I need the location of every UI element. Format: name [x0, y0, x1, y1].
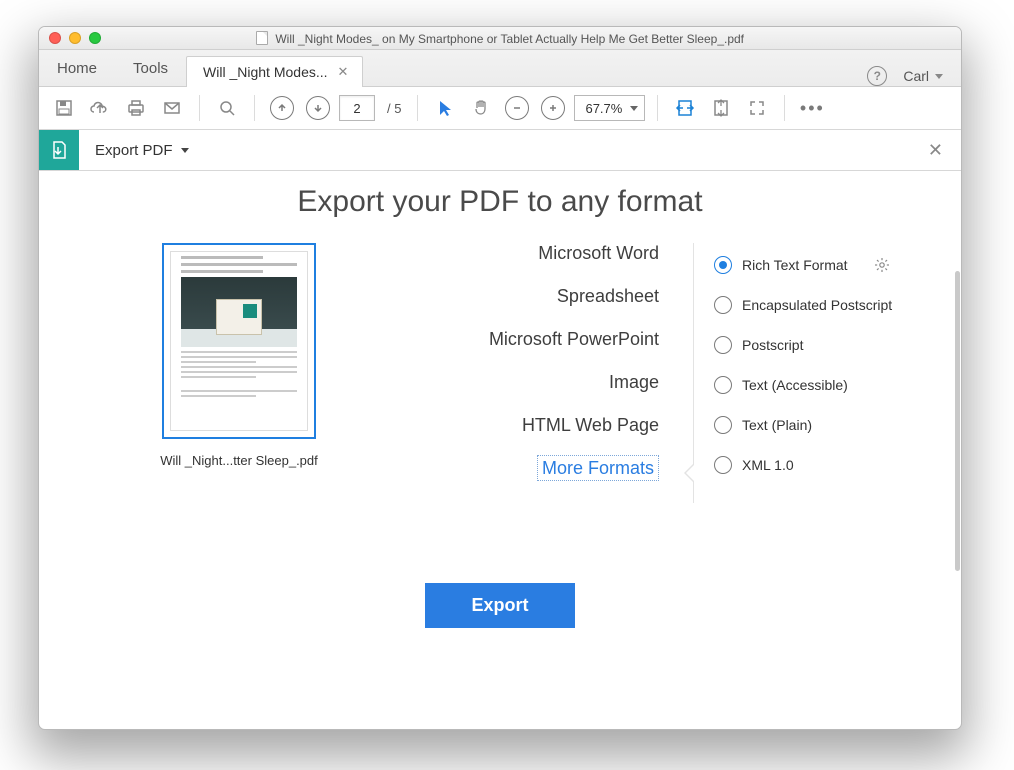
document-icon	[256, 31, 268, 45]
user-name: Carl	[903, 68, 929, 84]
option-text-accessible[interactable]: Text (Accessible)	[714, 365, 961, 405]
radio-icon	[714, 296, 732, 314]
thumbnail-filename: Will _Night...tter Sleep_.pdf	[109, 439, 369, 468]
window-zoom-icon[interactable]	[89, 32, 101, 44]
pointer-icon[interactable]	[430, 93, 460, 123]
mail-icon[interactable]	[157, 93, 187, 123]
page-thumbnail[interactable]	[162, 243, 316, 439]
export-panel: Export your PDF to any format	[39, 171, 961, 729]
scrollbar[interactable]	[954, 171, 961, 729]
radio-icon	[714, 336, 732, 354]
export-pdf-tool-icon	[39, 130, 79, 170]
category-powerpoint[interactable]: Microsoft PowerPoint	[369, 329, 659, 350]
caret-down-icon	[935, 74, 943, 79]
export-tool-label: Export PDF	[95, 142, 173, 159]
export-heading: Export your PDF to any format	[39, 171, 961, 243]
help-icon[interactable]: ?	[867, 66, 887, 86]
divider-arrow-icon	[684, 463, 694, 483]
page-number-input[interactable]	[339, 95, 375, 121]
option-label: Text (Accessible)	[742, 377, 848, 393]
cloud-upload-icon[interactable]	[85, 93, 115, 123]
option-xml[interactable]: XML 1.0	[714, 445, 961, 485]
title-bar: Will _Night Modes_ on My Smartphone or T…	[39, 27, 961, 50]
category-html[interactable]: HTML Web Page	[369, 415, 659, 436]
format-category-list: Microsoft Word Spreadsheet Microsoft Pow…	[369, 243, 659, 479]
category-divider	[693, 243, 694, 503]
category-spreadsheet[interactable]: Spreadsheet	[369, 286, 659, 307]
fullscreen-icon[interactable]	[742, 93, 772, 123]
toolbar: / 5 67.7%	[39, 87, 961, 130]
main-tabs: Home Tools Will _Night Modes... ✕ ? Carl	[39, 50, 961, 87]
category-image[interactable]: Image	[369, 372, 659, 393]
option-label: Text (Plain)	[742, 417, 812, 433]
option-postscript[interactable]: Postscript	[714, 325, 961, 365]
prev-page-icon[interactable]	[267, 93, 297, 123]
export-tool-dropdown[interactable]: Export PDF	[79, 142, 193, 159]
option-rich-text[interactable]: Rich Text Format	[714, 245, 961, 285]
page-total: / 5	[381, 101, 405, 116]
gear-icon[interactable]	[874, 257, 890, 273]
category-more-formats[interactable]: More Formats	[369, 458, 659, 479]
next-page-icon[interactable]	[303, 93, 333, 123]
app-window: Will _Night Modes_ on My Smartphone or T…	[38, 26, 962, 730]
tab-tools[interactable]: Tools	[115, 50, 186, 86]
search-icon[interactable]	[212, 93, 242, 123]
close-panel-icon[interactable]: ✕	[928, 140, 961, 161]
option-label: Encapsulated Postscript	[742, 297, 892, 313]
option-label: XML 1.0	[742, 457, 794, 473]
radio-icon	[714, 256, 732, 274]
caret-down-icon	[630, 106, 638, 111]
option-eps[interactable]: Encapsulated Postscript	[714, 285, 961, 325]
window-minimize-icon[interactable]	[69, 32, 81, 44]
option-label: Rich Text Format	[742, 257, 848, 273]
caret-down-icon	[181, 148, 189, 153]
zoom-in-icon[interactable]	[538, 93, 568, 123]
document-tab-label: Will _Night Modes...	[203, 64, 327, 80]
tab-close-icon[interactable]: ✕	[338, 64, 349, 80]
more-tools-icon[interactable]: •••	[797, 93, 827, 123]
option-text-plain[interactable]: Text (Plain)	[714, 405, 961, 445]
page-thumbnail-preview	[170, 251, 308, 431]
zoom-select[interactable]: 67.7%	[574, 95, 645, 121]
user-menu[interactable]: Carl	[903, 68, 943, 84]
option-label: Postscript	[742, 337, 803, 353]
hand-pan-icon[interactable]	[466, 93, 496, 123]
window-close-icon[interactable]	[49, 32, 61, 44]
category-word[interactable]: Microsoft Word	[369, 243, 659, 264]
tab-home[interactable]: Home	[39, 50, 115, 86]
radio-icon	[714, 376, 732, 394]
document-tab[interactable]: Will _Night Modes... ✕	[186, 56, 363, 87]
export-button[interactable]: Export	[425, 583, 574, 628]
zoom-value: 67.7%	[585, 101, 622, 116]
radio-icon	[714, 456, 732, 474]
fit-page-icon[interactable]	[706, 93, 736, 123]
radio-icon	[714, 416, 732, 434]
save-icon[interactable]	[49, 93, 79, 123]
window-title: Will _Night Modes_ on My Smartphone or T…	[275, 32, 744, 46]
print-icon[interactable]	[121, 93, 151, 123]
scrollbar-thumb[interactable]	[955, 271, 960, 571]
zoom-out-icon[interactable]	[502, 93, 532, 123]
export-tool-bar: Export PDF ✕	[39, 130, 961, 171]
fit-width-icon[interactable]	[670, 93, 700, 123]
